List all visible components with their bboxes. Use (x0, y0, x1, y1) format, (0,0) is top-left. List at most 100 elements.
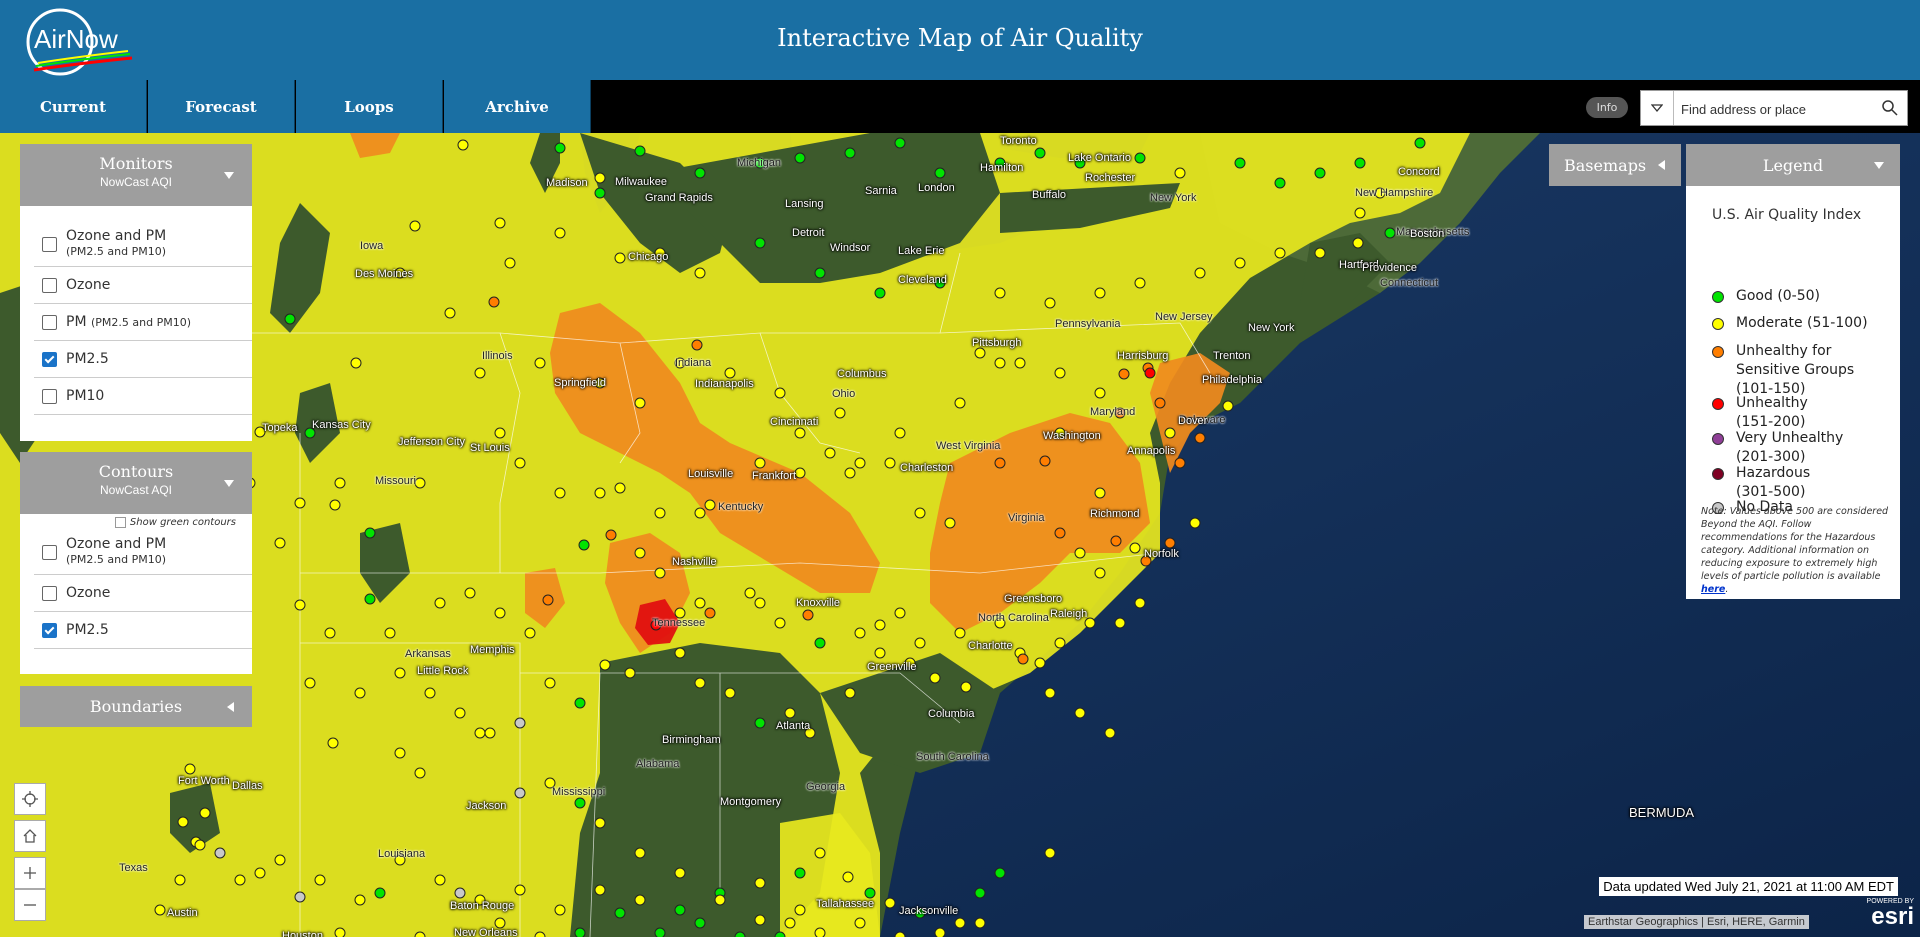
monitor-marker[interactable] (994, 457, 1006, 469)
monitor-marker[interactable] (794, 152, 806, 164)
monitor-marker[interactable] (1234, 157, 1246, 169)
checkbox-contour-ozone-pm[interactable] (42, 544, 57, 560)
monitor-marker[interactable] (454, 887, 466, 899)
monitor-marker[interactable] (674, 647, 686, 659)
home-button[interactable] (14, 820, 46, 852)
monitor-marker[interactable] (314, 874, 326, 886)
monitor-marker[interactable] (954, 917, 966, 929)
tab-archive[interactable]: Archive (444, 80, 591, 133)
monitor-marker[interactable] (294, 497, 306, 509)
monitor-marker[interactable] (254, 867, 266, 879)
monitor-marker[interactable] (994, 867, 1006, 879)
monitor-marker[interactable] (514, 787, 526, 799)
monitor-marker[interactable] (1414, 137, 1426, 149)
monitor-marker[interactable] (724, 367, 736, 379)
monitor-marker[interactable] (1134, 277, 1146, 289)
monitor-marker[interactable] (914, 507, 926, 519)
monitor-marker[interactable] (1194, 267, 1206, 279)
monitor-option-pm[interactable]: PM (PM2.5 and PM10) (34, 304, 252, 341)
monitor-marker[interactable] (824, 447, 836, 459)
monitor-marker[interactable] (1044, 297, 1056, 309)
monitor-marker[interactable] (1314, 247, 1326, 259)
monitor-option-pm10[interactable]: PM10 (34, 378, 252, 415)
monitor-marker[interactable] (884, 457, 896, 469)
monitor-marker[interactable] (1314, 167, 1326, 179)
monitor-marker[interactable] (274, 854, 286, 866)
legend-header[interactable]: Legend (1686, 144, 1900, 186)
monitor-marker[interactable] (954, 397, 966, 409)
monitor-marker[interactable] (594, 884, 606, 896)
monitor-marker[interactable] (605, 529, 617, 541)
monitor-marker[interactable] (754, 457, 766, 469)
monitor-marker[interactable] (414, 477, 426, 489)
monitor-marker[interactable] (514, 457, 526, 469)
monitor-marker[interactable] (814, 927, 826, 937)
monitor-marker[interactable] (494, 217, 506, 229)
monitor-marker[interactable] (874, 287, 886, 299)
monitor-marker[interactable] (494, 427, 506, 439)
monitor-option-ozone[interactable]: Ozone (34, 267, 252, 304)
monitor-marker[interactable] (874, 619, 886, 631)
monitor-marker[interactable] (614, 252, 626, 264)
monitor-marker[interactable] (294, 891, 306, 903)
monitor-marker[interactable] (1154, 397, 1166, 409)
contours-panel-header[interactable]: Contours NowCast AQI (20, 452, 252, 514)
monitor-marker[interactable] (284, 313, 296, 325)
monitor-marker[interactable] (574, 797, 586, 809)
monitor-marker[interactable] (794, 467, 806, 479)
monitor-marker[interactable] (794, 427, 806, 439)
monitor-marker[interactable] (774, 387, 786, 399)
monitor-marker[interactable] (1222, 400, 1234, 412)
contour-option-ozone[interactable]: Ozone (34, 575, 252, 612)
zoom-in-button[interactable] (14, 857, 46, 889)
locate-button[interactable] (14, 783, 46, 815)
monitor-marker[interactable] (1094, 487, 1106, 499)
monitor-marker[interactable] (691, 339, 703, 351)
monitor-marker[interactable] (194, 839, 206, 851)
monitor-marker[interactable] (1174, 167, 1186, 179)
monitor-marker[interactable] (814, 847, 826, 859)
monitor-marker[interactable] (374, 887, 386, 899)
monitor-marker[interactable] (844, 147, 856, 159)
legend-note-link[interactable]: here (1701, 584, 1725, 595)
monitor-marker[interactable] (574, 927, 586, 937)
monitor-marker[interactable] (394, 667, 406, 679)
monitor-marker[interactable] (814, 267, 826, 279)
monitor-marker[interactable] (1144, 367, 1156, 379)
monitor-marker[interactable] (464, 587, 476, 599)
monitor-marker[interactable] (694, 507, 706, 519)
monitor-marker[interactable] (1054, 527, 1066, 539)
monitor-marker[interactable] (894, 137, 906, 149)
monitor-marker[interactable] (1234, 257, 1246, 269)
checkbox-ozone-pm[interactable] (42, 236, 57, 252)
monitor-marker[interactable] (694, 917, 706, 929)
monitor-option-pm25[interactable]: PM2.5 (34, 341, 252, 378)
monitor-marker[interactable] (329, 499, 341, 511)
monitor-marker[interactable] (854, 457, 866, 469)
monitor-marker[interactable] (654, 507, 666, 519)
monitor-marker[interactable] (594, 172, 606, 184)
monitor-marker[interactable] (794, 904, 806, 916)
monitor-marker[interactable] (754, 914, 766, 926)
basemaps-button[interactable]: Basemaps (1549, 144, 1681, 186)
tab-current[interactable]: Current (0, 80, 147, 133)
tab-loops[interactable]: Loops (296, 80, 443, 133)
checkbox-contour-pm25[interactable] (42, 622, 57, 638)
monitor-marker[interactable] (794, 867, 806, 879)
checkbox-contour-ozone[interactable] (42, 585, 57, 601)
monitor-marker[interactable] (1354, 207, 1366, 219)
monitor-marker[interactable] (174, 874, 186, 886)
monitor-marker[interactable] (409, 220, 421, 232)
show-green-toggle[interactable]: Show green contours (114, 517, 236, 528)
checkbox-pm25[interactable] (42, 351, 57, 367)
monitor-marker[interactable] (754, 597, 766, 609)
monitor-marker[interactable] (474, 727, 486, 739)
monitor-marker[interactable] (704, 607, 716, 619)
monitor-marker[interactable] (974, 917, 986, 929)
checkbox-pm10[interactable] (42, 388, 57, 404)
monitor-marker[interactable] (574, 697, 586, 709)
monitor-marker[interactable] (844, 467, 856, 479)
monitor-marker[interactable] (694, 677, 706, 689)
monitor-marker[interactable] (354, 894, 366, 906)
monitor-marker[interactable] (274, 537, 286, 549)
